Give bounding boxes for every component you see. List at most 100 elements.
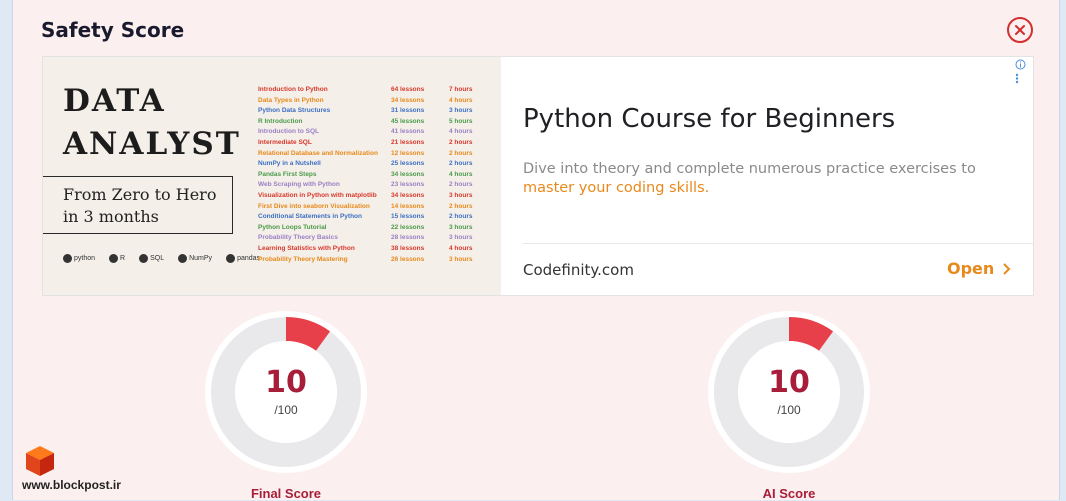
course-lessons: 38 lessons (391, 244, 425, 252)
ad-domain: Codefinity.com (523, 261, 634, 279)
course-name: Relational Database and Normalization (258, 149, 378, 157)
r-logo-label: R (120, 255, 126, 262)
course-row: Data Types in Python 34 lessons 4 hours (258, 96, 483, 107)
close-icon (1015, 25, 1025, 35)
course-name: Python Data Structures (258, 107, 331, 115)
modal-title: Safety Score (41, 18, 185, 42)
course-row: Introduction to SQL 41 lessons 4 hours (258, 127, 483, 138)
chevron-right-icon (1003, 262, 1011, 275)
course-lessons: 14 lessons (391, 202, 425, 210)
ai-score-value: 10 (768, 365, 810, 400)
r-logo: R (109, 254, 125, 263)
course-row: Learning Statistics with Python 38 lesson… (258, 244, 483, 255)
course-hours: 2 hours (449, 149, 473, 157)
more-vertical-icon (1015, 73, 1019, 84)
course-hours: 3 hours (449, 191, 473, 199)
course-row: Introduction to Python 64 lessons 7 hours (258, 85, 483, 96)
course-hours: 2 hours (449, 138, 473, 146)
ai-score-fill (788, 317, 834, 352)
course-name: Intermediate SQL (258, 138, 312, 146)
ai-score-gauge: 10 /100 (707, 310, 871, 474)
course-name: NumPy in a Nutshell (258, 160, 321, 168)
safety-score-modal: Safety Score DATA ANALYST From Zero to H… (12, 0, 1060, 501)
course-lessons: 22 lessons (391, 223, 425, 231)
course-row: Python Loops Tutorial 22 lessons 3 hours (258, 223, 483, 234)
info-icon (1015, 59, 1026, 70)
course-name: Web Scraping with Python (258, 181, 340, 189)
course-lessons: 34 lessons (391, 170, 425, 178)
final-score-max: /100 (274, 403, 298, 417)
course-hours: 4 hours (449, 244, 473, 252)
tech-logos: python R SQL NumPy pandas (63, 254, 260, 263)
course-lessons: 64 lessons (391, 86, 425, 93)
ad-choices[interactable] (1015, 59, 1033, 87)
course-row: First Dive into seaborn Visualization 14 … (258, 202, 483, 213)
course-lessons: 23 lessons (391, 181, 425, 189)
course-name: Pandas First Steps (258, 170, 317, 178)
course-hours: 5 hours (449, 117, 473, 125)
close-button[interactable] (1007, 17, 1033, 43)
course-list: Introduction to Python 64 lessons 7 hours D… (258, 85, 483, 265)
sql-icon (139, 254, 149, 263)
course-name: Introduction to Python (258, 86, 328, 93)
ai-score-label: AI Score (762, 486, 816, 501)
course-row: Python Data Structures 31 lessons 3 hours (258, 106, 483, 117)
final-score-fill (285, 317, 331, 352)
course-row: Relational Database and Normalization 12 … (258, 149, 483, 160)
course-name: R Introduction (258, 117, 303, 125)
course-lessons: 34 lessons (391, 191, 425, 199)
course-hours: 3 hours (449, 107, 473, 115)
ad-open-label: Open (947, 259, 995, 278)
course-lessons: 28 lessons (391, 234, 425, 242)
final-score-gauge: 10 /100 (204, 310, 368, 474)
r-icon (109, 254, 119, 263)
final-score-label: Final Score (250, 486, 322, 501)
python-logo-label: python (74, 255, 96, 262)
numpy-icon (178, 254, 188, 263)
ad-title[interactable]: Python Course for Beginners (523, 104, 895, 134)
course-lessons: 41 lessons (391, 128, 425, 136)
course-name: First Dive into seaborn Visualization (258, 202, 370, 210)
course-row: Probability Theory Mastering 26 lessons 3 … (258, 255, 483, 266)
course-row: Web Scraping with Python 23 lessons 2 hour… (258, 180, 483, 191)
ad-description-accent: master your coding skills. (523, 180, 710, 196)
course-hours: 3 hours (449, 255, 473, 263)
course-lessons: 12 lessons (391, 149, 425, 157)
course-name: Probability Theory Mastering (258, 255, 348, 263)
course-hours: 4 hours (449, 96, 473, 104)
numpy-logo-label: NumPy (189, 255, 213, 262)
python-logo: python (63, 254, 95, 263)
course-name: Probability Theory Basics (258, 234, 338, 242)
pandas-logo: pandas (226, 254, 260, 263)
ad-card[interactable]: DATA ANALYST From Zero to Hero in 3 mont… (42, 56, 1034, 296)
python-icon (63, 254, 72, 263)
blockpost-cube-icon (26, 446, 54, 476)
ad-image-tagline-2: in 3 months (63, 207, 159, 226)
ad-image-headline-2: ANALYST (63, 126, 241, 162)
course-row: Pandas First Steps 34 lessons 4 hours (258, 170, 483, 181)
course-hours: 4 hours (449, 170, 473, 178)
ad-open-button[interactable]: Open (947, 259, 1011, 278)
course-name: Data Types in Python (258, 96, 324, 104)
final-score-value: 10 (265, 365, 307, 400)
course-hours: 4 hours (449, 128, 473, 136)
course-lessons: 25 lessons (391, 160, 425, 168)
course-hours: 3 hours (449, 223, 473, 231)
ai-score-max: /100 (777, 403, 801, 417)
pandas-icon (226, 254, 236, 263)
course-name: Visualization in Python with matplotlib (258, 191, 377, 199)
ad-image-headline-1: DATA (63, 83, 166, 119)
course-name: Python Loops Tutorial (258, 223, 327, 231)
ad-description: Dive into theory and complete numerous p… (523, 160, 1013, 198)
course-name: Learning Statistics with Python (258, 244, 355, 252)
course-hours: 2 hours (449, 160, 473, 168)
ad-image[interactable]: DATA ANALYST From Zero to Hero in 3 mont… (43, 57, 501, 295)
course-name: Conditional Statements in Python (258, 213, 363, 221)
ad-image-tagline-box: From Zero to Hero in 3 months (43, 176, 233, 234)
course-row: Probability Theory Basics 28 lessons 3 hou… (258, 233, 483, 244)
course-hours: 7 hours (449, 86, 473, 93)
course-lessons: 21 lessons (391, 138, 425, 146)
course-lessons: 45 lessons (391, 117, 425, 125)
course-row: R Introduction 45 lessons 5 hours (258, 117, 483, 128)
course-row: Visualization in Python with matplotlib 3… (258, 191, 483, 202)
